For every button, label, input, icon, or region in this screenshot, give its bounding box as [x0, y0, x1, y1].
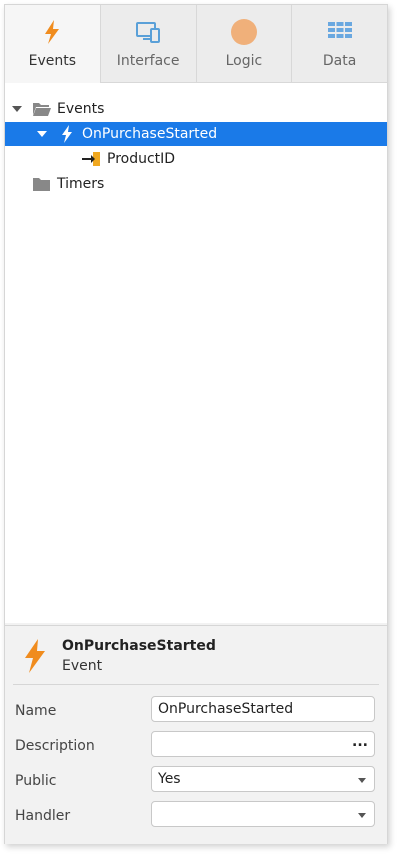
handler-label: Handler — [15, 808, 71, 824]
folder-open-icon — [33, 103, 51, 116]
tab-data[interactable]: Data — [291, 5, 387, 83]
dropdown-arrow-icon[interactable] — [358, 778, 366, 783]
tree-item-timers-folder[interactable]: Timers — [5, 172, 387, 196]
circle-icon — [230, 19, 257, 45]
input-parameter-icon — [82, 152, 100, 166]
tab-bar: Events Interface Logic Data — [5, 5, 387, 83]
tab-interface-label: Interface — [116, 53, 180, 69]
tab-logic-label: Logic — [225, 53, 263, 69]
divider — [13, 684, 379, 685]
lightning-icon — [45, 20, 60, 44]
tab-events[interactable]: Events — [5, 5, 100, 83]
lightning-icon — [62, 125, 72, 143]
element-title: OnPurchaseStarted — [62, 638, 216, 654]
tree-item-label: OnPurchaseStarted — [82, 126, 218, 142]
tab-interface[interactable]: Interface — [99, 5, 196, 83]
tree-item-events-folder[interactable]: Events — [5, 97, 387, 121]
name-field[interactable]: OnPurchaseStarted — [151, 696, 375, 722]
tree-item-event[interactable]: OnPurchaseStarted — [5, 122, 387, 146]
tree-item-label: ProductID — [107, 151, 176, 167]
name-value: OnPurchaseStarted — [158, 701, 294, 717]
lightning-icon — [25, 639, 45, 673]
description-ellipsis-button[interactable]: ... — [352, 734, 368, 750]
folder-icon — [33, 178, 50, 191]
public-select[interactable]: Yes — [151, 766, 375, 792]
events-panel: Events Interface Logic Data Events OnPur… — [4, 4, 388, 844]
handler-select[interactable] — [151, 801, 375, 827]
tab-events-label: Events — [28, 53, 77, 69]
description-label: Description — [15, 738, 95, 754]
tab-logic[interactable]: Logic — [195, 5, 292, 83]
chevron-down-icon[interactable] — [12, 106, 22, 112]
description-field[interactable]: ... — [151, 731, 375, 757]
tree-item-label: Events — [57, 101, 105, 117]
devices-icon — [136, 22, 161, 43]
element-tree: Events OnPurchaseStarted ProductID Timer… — [5, 83, 387, 623]
grid-icon — [327, 22, 352, 38]
public-value: Yes — [158, 771, 181, 787]
dropdown-arrow-icon[interactable] — [358, 813, 366, 818]
tab-data-label: Data — [322, 53, 357, 69]
name-label: Name — [15, 703, 57, 719]
chevron-down-icon[interactable] — [37, 131, 47, 137]
properties-panel: OnPurchaseStarted Event Name OnPurchaseS… — [5, 625, 387, 844]
tree-item-parameter[interactable]: ProductID — [5, 147, 387, 171]
public-label: Public — [15, 773, 57, 789]
element-type: Event — [62, 658, 103, 674]
tree-item-label: Timers — [57, 176, 105, 192]
